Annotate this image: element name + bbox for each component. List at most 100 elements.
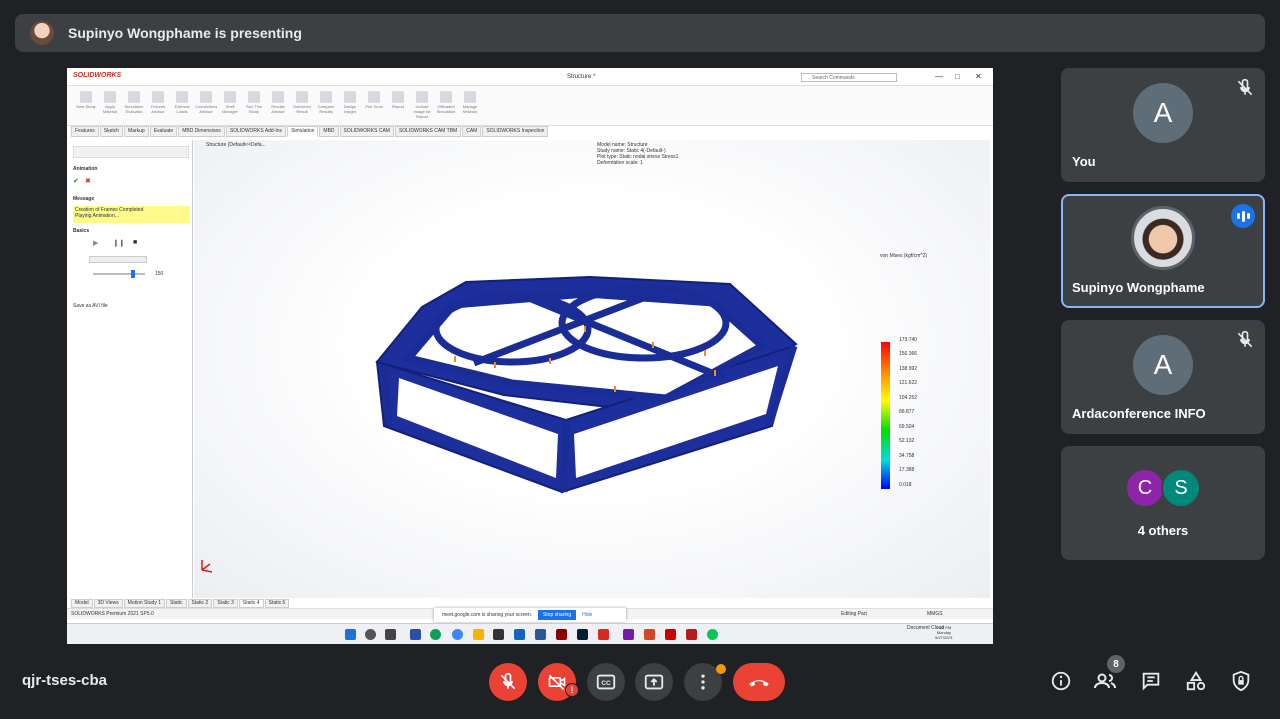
simulation-ribbon: New Study Apply Material Simulation Evalua… [67, 86, 993, 126]
pause-icon: ❙❙ [113, 240, 125, 247]
legend-tick: 138.992 [899, 366, 918, 372]
avatar: A [1133, 83, 1193, 143]
info-icon [1051, 671, 1071, 691]
ribbon-item-icon [224, 91, 236, 103]
maximize-icon: □ [955, 72, 960, 81]
ribbon-item-label: Apply Material [102, 104, 118, 114]
legend-tick: 173.740 [899, 337, 918, 343]
command-tab: Features [71, 126, 99, 137]
legend-tick: 52.132 [899, 438, 915, 444]
taskbar-search-icon [365, 629, 376, 640]
command-tab: Markup [124, 126, 149, 137]
ribbon-item: Include Image for Report [411, 89, 433, 119]
solidworks-taskbar-icon [598, 629, 609, 640]
mic-toggle-button[interactable] [489, 663, 527, 701]
sharing-notification: meet.google.com is sharing your screen. … [434, 608, 626, 622]
taskbar-date: 9/27/2021 [935, 635, 953, 640]
ok-icon: ✔ [73, 178, 79, 185]
present-now-button[interactable] [635, 663, 673, 701]
more-vert-icon [701, 674, 705, 690]
photoshop-icon [577, 629, 588, 640]
ribbon-item: Manage Network [459, 89, 481, 119]
chat-icon [1142, 672, 1160, 691]
ribbon-item-icon [248, 91, 260, 103]
onenote-icon [623, 629, 634, 640]
activities-button[interactable] [1184, 669, 1208, 693]
solidworks-title-bar: SOLIDWORKS Structure * Search Commands —… [67, 68, 993, 86]
edge-icon [430, 629, 441, 640]
file-explorer-icon [473, 629, 484, 640]
presenting-text: Supinyo Wongphame is presenting [68, 25, 302, 41]
ribbon-item-label: Plot Tools [365, 104, 383, 109]
presenter-banner: Supinyo Wongphame is presenting [15, 14, 1265, 52]
ribbon-item-label: New Study [76, 104, 96, 109]
avatar: S [1161, 468, 1201, 508]
ribbon-item: External Loads [171, 89, 193, 119]
ribbon-item-label: Simulation Evaluator [124, 104, 144, 114]
ribbon-item-label: External Loads [174, 104, 190, 114]
shield-lock-icon [1232, 670, 1250, 692]
ribbon-item-icon [296, 91, 308, 103]
ribbon-item: Connections Advisor [195, 89, 217, 119]
host-controls-button[interactable] [1229, 669, 1253, 693]
search-commands-field: Search Commands [801, 73, 897, 82]
save-avi-checkbox: Save as AVI file [73, 303, 108, 309]
ribbon-item: Run This Study [243, 89, 265, 119]
legend-tick: 69.504 [899, 424, 915, 430]
stress-model-render [201, 275, 798, 573]
ribbon-item: Plot Tools [363, 89, 385, 119]
legend-tick: 0.018 [899, 482, 912, 488]
ribbon-item-icon [368, 91, 380, 103]
leave-call-button[interactable] [733, 663, 785, 701]
participant-tile-others[interactable]: C S 4 others [1061, 446, 1265, 560]
participant-name: You [1072, 154, 1096, 169]
study-tab: Static 3 [213, 599, 238, 608]
ribbon-item-label: Deformed Result [293, 104, 311, 114]
ribbon-item-icon [200, 91, 212, 103]
ribbon-item-icon [416, 91, 428, 103]
people-count-badge: 8 [1107, 655, 1125, 673]
ribbon-item-label: Results Advisor [271, 104, 285, 114]
participant-tile-you[interactable]: A You [1061, 68, 1265, 182]
study-tab: Static 2 [187, 599, 213, 608]
pdf-icon [665, 629, 676, 640]
study-tab: 3D Views [93, 599, 123, 608]
participant-tile-presenter[interactable]: Supinyo Wongphame [1061, 194, 1265, 308]
meeting-code: qjr-tses-cba [22, 672, 108, 689]
ribbon-item-label: Include Image for Report [413, 104, 431, 119]
meeting-details-button[interactable] [1049, 669, 1073, 693]
captions-button[interactable]: CC [587, 663, 625, 701]
shared-screen: SOLIDWORKS Structure * Search Commands —… [67, 68, 993, 644]
share-text: meet.google.com is sharing your screen. [442, 612, 533, 618]
stop-sharing-button: Stop sharing [538, 610, 577, 620]
study-tabs: Model 3D Views Motion Study 1 Static Static … [71, 599, 290, 608]
participant-photo [1131, 206, 1195, 270]
close-icon: ✕ [975, 72, 982, 81]
line-icon [707, 629, 718, 640]
participant-tile-ardaconference[interactable]: A Ardaconference INFO [1061, 320, 1265, 434]
hang-up-icon [749, 680, 769, 687]
panel-tab-strip [73, 146, 189, 158]
status-left: SOLIDWORKS Premium 2021 SP5.0 [71, 611, 154, 617]
ribbon-item-label: Report [391, 104, 404, 109]
ribbon-item-icon [176, 91, 188, 103]
taskbar-clock: 2:32 PM Monday 9/27/2021 [935, 625, 953, 640]
store-icon [493, 629, 504, 640]
cancel-icon: ✖ [85, 178, 91, 185]
speaking-indicator-icon [1231, 204, 1255, 228]
stop-icon: ■ [133, 239, 138, 246]
ribbon-item: Deformed Result [291, 89, 313, 119]
notification-dot [716, 664, 726, 674]
ribbon-item: Shell Manager [219, 89, 241, 119]
study-tab: Motion Study 1 [123, 599, 166, 608]
chat-button[interactable] [1139, 669, 1163, 693]
ribbon-item-icon [152, 91, 164, 103]
animation-title: Animation [73, 166, 98, 172]
ribbon-item-label: Run This Study [246, 104, 262, 114]
speed-field [89, 256, 147, 263]
camera-alert-badge: ! [565, 683, 579, 697]
status-units: MMGS [927, 611, 943, 617]
command-tab: SOLIDWORKS Inspection [482, 126, 549, 137]
ribbon-item: New Study [75, 89, 97, 119]
ribbon-item-label: Connections Advisor [195, 104, 218, 114]
